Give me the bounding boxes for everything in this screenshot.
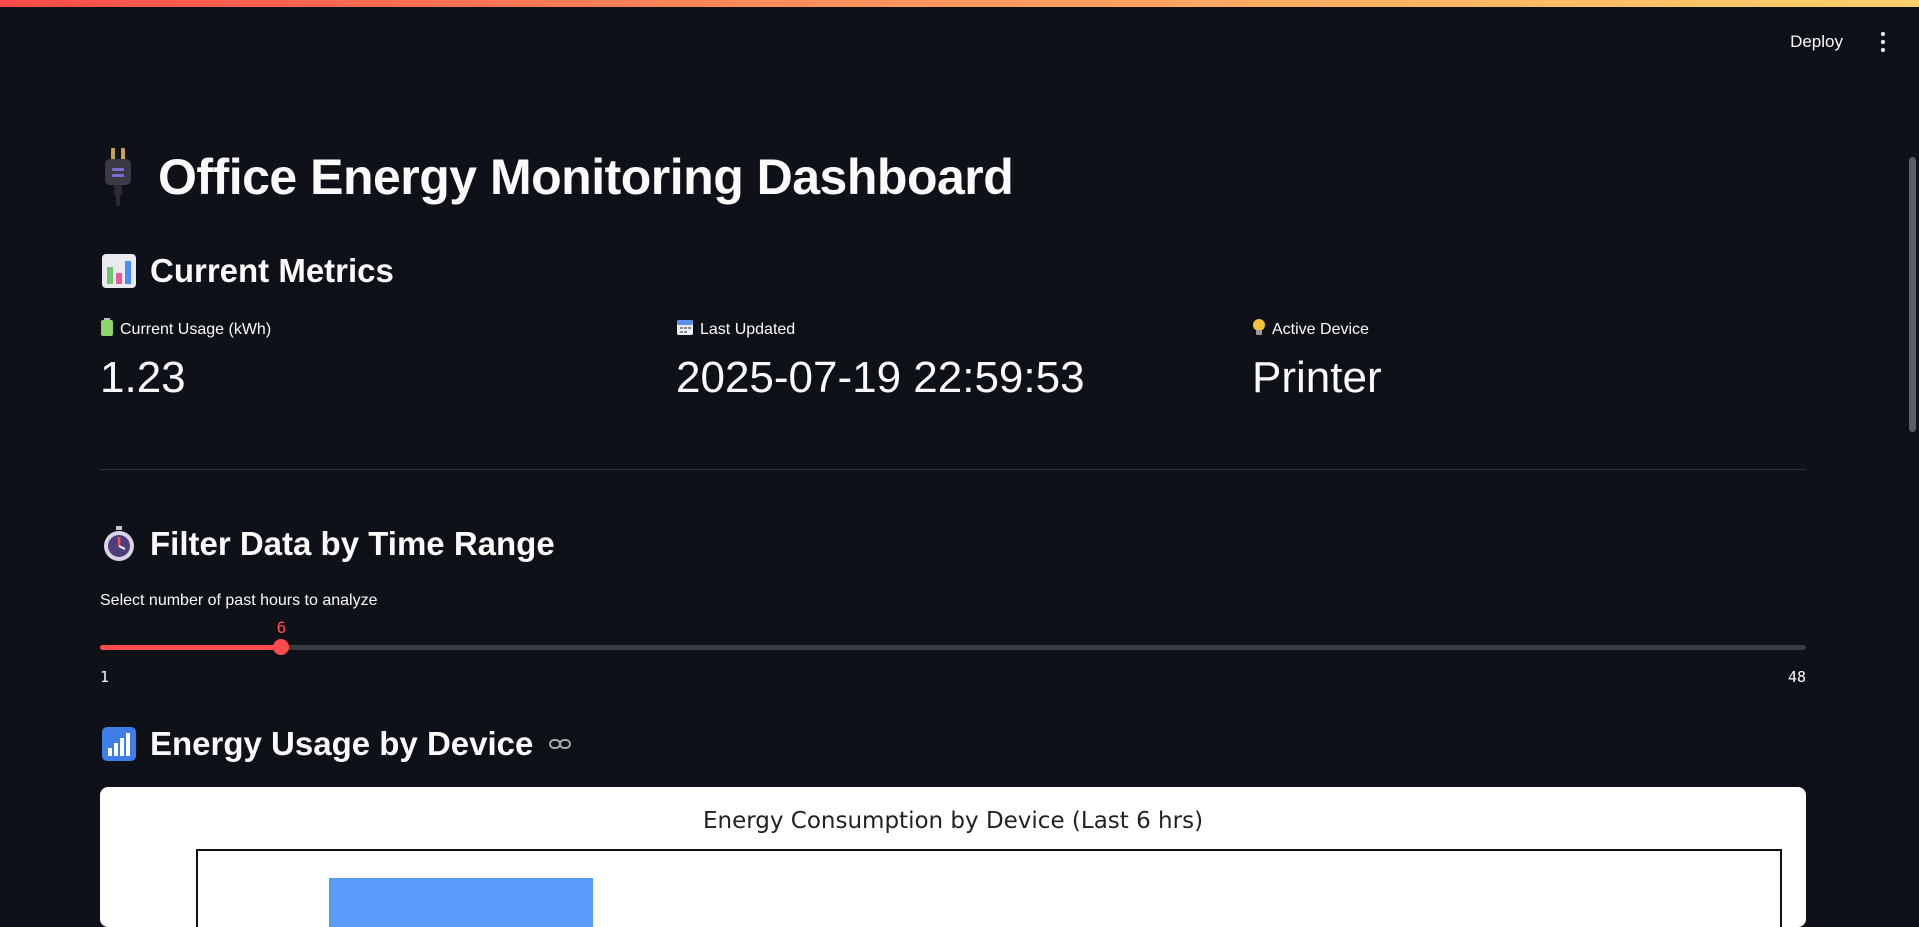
bar-chart-icon	[100, 252, 138, 290]
section-title: Filter Data by Time Range	[150, 525, 555, 562]
slider-value: 6	[276, 618, 287, 637]
stopwatch-icon	[100, 525, 138, 563]
metric-label-row: Active Device	[1252, 318, 1382, 341]
metric-value: 2025-07-19 22:59:53	[676, 353, 1085, 402]
hours-slider[interactable]	[100, 639, 1806, 655]
metric-current-usage: Current Usage (kWh) 1.23	[100, 318, 271, 403]
metric-label-row: Current Usage (kWh)	[100, 318, 271, 341]
page-title-row: Office Energy Monitoring Dashboard	[100, 148, 1014, 206]
chart-plot-area	[196, 849, 1782, 927]
signal-bars-icon	[100, 725, 138, 763]
slider-fill	[100, 645, 282, 650]
calendar-icon	[676, 318, 694, 341]
lightbulb-icon	[1252, 318, 1266, 341]
metric-last-updated: Last Updated 2025-07-19 22:59:53	[676, 318, 1085, 403]
section-title: Current Metrics	[150, 252, 394, 289]
app-toolbar: Deploy	[1778, 7, 1919, 77]
slider-handle[interactable]	[273, 639, 290, 655]
metric-value: Printer	[1252, 353, 1382, 402]
slider-label: Select number of past hours to analyze	[100, 592, 378, 609]
energy-chart-card: Energy Consumption by Device (Last 6 hrs…	[100, 787, 1806, 927]
filter-header: Filter Data by Time Range	[100, 525, 555, 563]
current-metrics-header: Current Metrics	[100, 252, 394, 290]
scrollbar[interactable]	[1907, 77, 1919, 915]
chart-title: Energy Consumption by Device (Last 6 hrs…	[702, 808, 1204, 834]
section-divider	[100, 469, 1806, 470]
metric-label: Last Updated	[700, 320, 796, 338]
section-title: Energy Usage by Device	[150, 725, 534, 762]
metric-label: Current Usage (kWh)	[120, 320, 272, 338]
metric-active-device: Active Device Printer	[1252, 318, 1382, 403]
metric-label-row: Last Updated	[676, 318, 1085, 341]
metric-label: Active Device	[1272, 320, 1369, 338]
metrics-row: Current Usage (kWh) 1.23 Last Updated 20…	[100, 318, 1806, 408]
chart-bar	[329, 878, 593, 927]
plug-icon	[100, 148, 136, 206]
anchor-link-icon[interactable]	[549, 732, 573, 756]
main-menu-icon[interactable]	[1873, 28, 1893, 56]
metric-value: 1.23	[100, 353, 186, 402]
deploy-button[interactable]: Deploy	[1778, 24, 1855, 60]
slider-min-label: 1	[100, 668, 110, 686]
top-decoration-stripe	[0, 0, 1919, 7]
scrollbar-thumb[interactable]	[1909, 157, 1916, 432]
device-usage-header: Energy Usage by Device	[100, 725, 573, 763]
chart-svg	[329, 878, 593, 927]
slider-max-label: 48	[1787, 668, 1806, 686]
page-title: Office Energy Monitoring Dashboard	[158, 149, 1014, 205]
battery-icon	[100, 318, 114, 341]
